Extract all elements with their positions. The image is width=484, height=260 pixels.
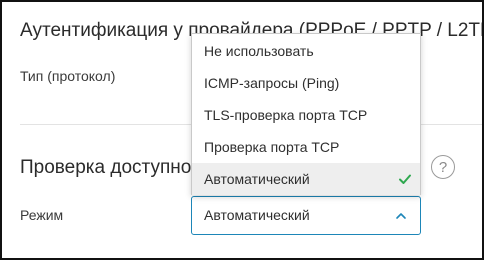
settings-panel: Аутентификация у провайдера (PPPoE / PPT… <box>0 0 484 260</box>
dropdown-option-auto[interactable]: Автоматический <box>192 163 420 195</box>
option-label: Не использовать <box>204 43 314 59</box>
mode-select[interactable]: Автоматический <box>191 196 421 235</box>
mode-dropdown-menu: Не использовать ICMP-запросы (Ping) TLS-… <box>191 33 421 195</box>
dropdown-option-icmp[interactable]: ICMP-запросы (Ping) <box>192 67 420 99</box>
option-label: ICMP-запросы (Ping) <box>204 75 340 91</box>
dropdown-option-tls[interactable]: TLS-проверка порта TCP <box>192 99 420 131</box>
option-label: Автоматический <box>204 171 310 187</box>
mode-select-value: Автоматический <box>204 207 310 223</box>
mode-label: Режим <box>20 207 64 223</box>
option-label: TLS-проверка порта TCP <box>204 107 368 123</box>
dropdown-option-tcp[interactable]: Проверка порта TCP <box>192 131 420 163</box>
help-icon[interactable]: ? <box>431 155 455 179</box>
protocol-type-label: Тип (протокол) <box>20 68 116 84</box>
chevron-up-icon <box>396 213 406 219</box>
dropdown-option-none[interactable]: Не использовать <box>192 35 420 67</box>
check-icon <box>399 174 411 184</box>
option-label: Проверка порта TCP <box>204 139 340 155</box>
